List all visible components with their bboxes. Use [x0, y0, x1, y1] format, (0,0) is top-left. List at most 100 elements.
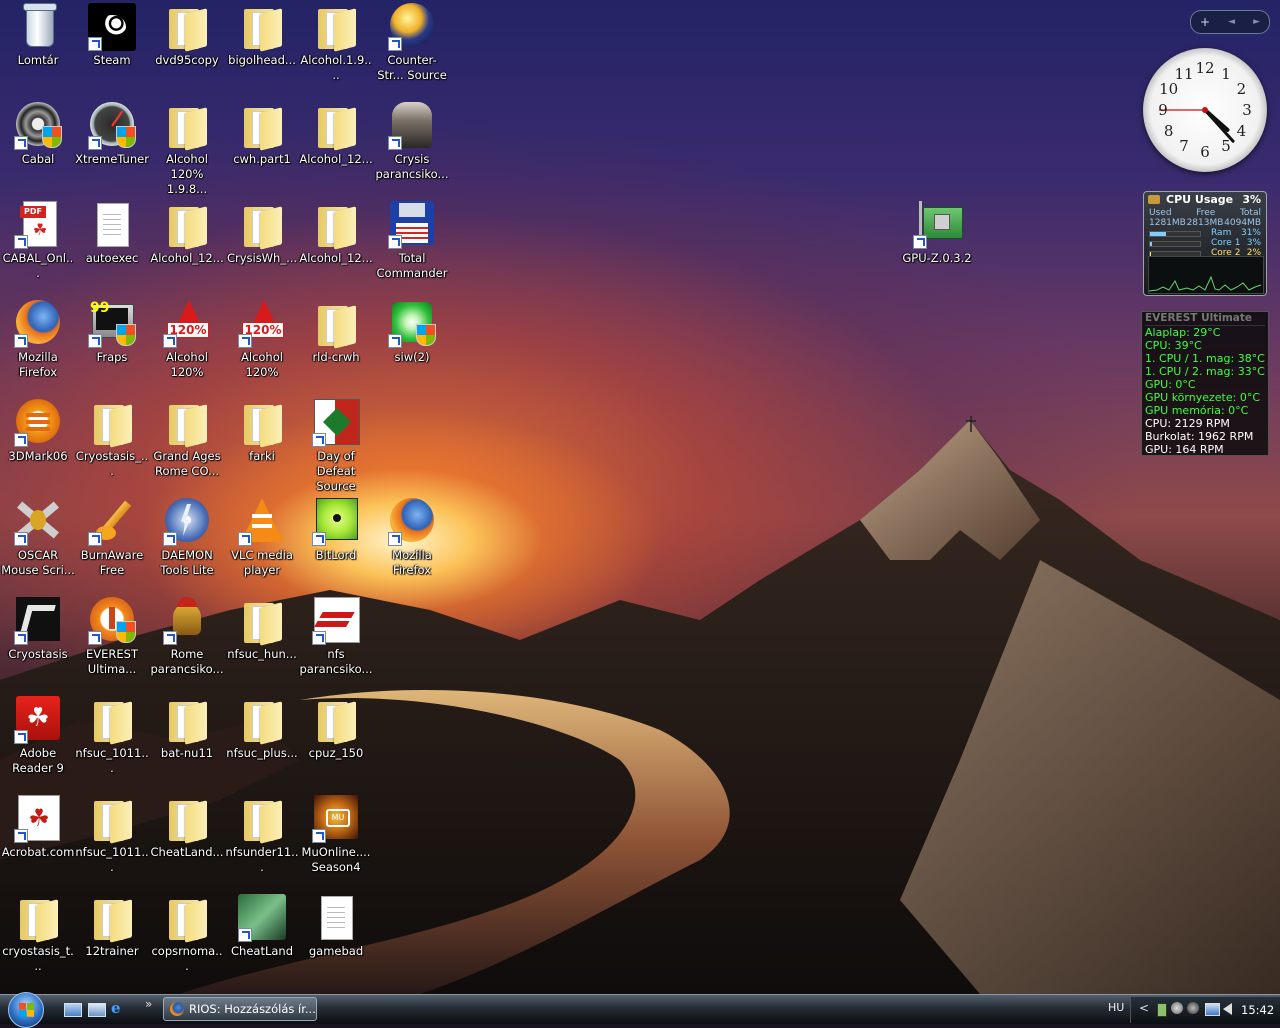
desktop-icon[interactable]: Cryostasis_...: [74, 396, 150, 490]
desktop-icon[interactable]: nfsunder11...: [224, 792, 300, 886]
desktop-icon[interactable]: Lomtár: [0, 0, 76, 94]
desktop-icon-image: [312, 696, 360, 745]
sidebar-toolbar: + ◄ ►: [1190, 10, 1270, 34]
cpu-usage-gadget[interactable]: CPU Usage 3% Used Free Total 1281MB 2813…: [1143, 191, 1267, 296]
desktop-icon[interactable]: nfsuc_1011...: [74, 693, 150, 787]
desktop-icon[interactable]: Mozilla Firefox: [0, 297, 76, 391]
desktop-icon-image: [312, 894, 360, 942]
desktop-icon[interactable]: nfs parancsiko...: [298, 594, 374, 688]
desktop-icon[interactable]: Crysis parancsiko...: [374, 99, 450, 193]
input-language-indicator[interactable]: HU: [1108, 1001, 1124, 1014]
desktop-icon[interactable]: 3DMark06: [0, 396, 76, 490]
desktop-icon[interactable]: XtremeTuner: [74, 99, 150, 193]
tray-volume-icon[interactable]: [1223, 1003, 1232, 1015]
desktop-icon[interactable]: Mozilla Firefox: [374, 495, 450, 589]
usage-bar-fill: [1150, 242, 1152, 246]
desktop-icon[interactable]: Grand Ages Rome CO...: [149, 396, 225, 490]
desktop-icon[interactable]: 120% Alcohol 120%: [149, 297, 225, 391]
start-button[interactable]: [8, 992, 44, 1028]
quicklaunch-show-desktop-icon[interactable]: [64, 1003, 82, 1017]
mem-free-value: 2813MB: [1186, 218, 1224, 228]
desktop-icon[interactable]: autoexec: [74, 198, 150, 292]
desktop-icon[interactable]: Alcohol_12...: [149, 198, 225, 292]
desktop-icon[interactable]: bat-nu11: [149, 693, 225, 787]
tray-expand-arrow[interactable]: <: [1139, 1001, 1149, 1015]
desktop-icon[interactable]: DAEMON Tools Lite: [149, 495, 225, 589]
tray-network-icon[interactable]: [1205, 1003, 1220, 1016]
everest-sensor-gadget[interactable]: EVEREST Ultimate Alaplap: 29°C CPU: 39°C 1…: [1141, 311, 1269, 456]
desktop-icon[interactable]: OSCAR Mouse Scri...: [0, 495, 76, 589]
desktop-icon-image: [163, 3, 211, 52]
desktop-icon[interactable]: Alcohol 120% 1.9.8...: [149, 99, 225, 196]
desktop-icon[interactable]: CrysisWh_...: [224, 198, 300, 292]
desktop-icon-label: nfsuc_1011...: [75, 845, 149, 874]
desktop-icon-label: dvd95copy: [155, 53, 219, 67]
tray-monitor-icon[interactable]: [1171, 1002, 1183, 1014]
desktop-icon[interactable]: BurnAware Free: [74, 495, 150, 589]
desktop-icon[interactable]: nfsuc_hun...: [224, 594, 300, 688]
desktop-icon[interactable]: gamebad: [298, 891, 374, 985]
folder-icon: [242, 8, 282, 52]
task-button-firefox[interactable]: RIOS: Hozzászólás ír...: [163, 997, 317, 1021]
desktop-icon[interactable]: cpuz_150: [298, 693, 374, 787]
desktop-icon[interactable]: bigolhead...: [224, 0, 300, 94]
desktop-icon-image: [163, 696, 211, 745]
desktop-icon-image: ☘: [14, 696, 62, 744]
desktop-icon[interactable]: copsrnoma...: [149, 891, 225, 985]
clock-numeral: 12: [1195, 59, 1215, 77]
usage-row-value: 3%: [1246, 238, 1261, 248]
desktop-icon[interactable]: Alcohol.1.9....: [298, 0, 374, 94]
folder-icon: [92, 800, 132, 844]
desktop-icon[interactable]: GPU-Z.0.3.2: [899, 198, 975, 292]
sidebar-next-button[interactable]: ►: [1253, 17, 1260, 27]
desktop-icon[interactable]: nfsuc_1011...: [74, 792, 150, 886]
desktop-icon-label: cpuz_150: [308, 746, 364, 760]
desktop-icon[interactable]: 99 Fraps: [74, 297, 150, 391]
desktop-icon[interactable]: Cabal: [0, 99, 76, 193]
tray-gauge-icon[interactable]: [1187, 1002, 1199, 1014]
desktop-icon[interactable]: Steam: [74, 0, 150, 94]
clock-gadget[interactable]: 1 2 3 4 5 6 7 8 9 10 11 12: [1143, 48, 1267, 172]
desktop-icon[interactable]: PDF ☘ CABAL_Onl...: [0, 198, 76, 292]
desktop-icon-label: Cabal: [21, 152, 55, 166]
desktop-icon[interactable]: MU MuOnline.... Season4: [298, 792, 374, 886]
quicklaunch-more-button[interactable]: »: [145, 997, 152, 1011]
desktop-icon-label: 12trainer: [85, 944, 139, 958]
desktop-icon[interactable]: Alcohol_12...: [298, 99, 374, 193]
desktop-icon[interactable]: Day of Defeat Source: [298, 396, 374, 493]
desktop-icon[interactable]: ☘ Adobe Reader 9: [0, 693, 76, 787]
desktop-icon-label: Alcohol 120% 1.9.8...: [166, 152, 208, 196]
desktop-icon-image: [312, 102, 360, 151]
desktop-icon-label: cwh.part1: [233, 152, 291, 166]
desktop-icon[interactable]: siw(2): [374, 297, 450, 391]
desktop-icon[interactable]: cwh.part1: [224, 99, 300, 193]
desktop-icon[interactable]: Total Commander: [374, 198, 450, 292]
quicklaunch-switch-windows-icon[interactable]: [88, 1003, 106, 1017]
sidebar-add-gadget-button[interactable]: +: [1200, 15, 1210, 29]
folder-icon: [167, 800, 207, 844]
desktop-icon[interactable]: BitLord: [298, 495, 374, 589]
desktop-icon[interactable]: 12trainer: [74, 891, 150, 985]
desktop-icon[interactable]: Counter-Str... Source: [374, 0, 450, 94]
desktop-icon[interactable]: rld-crwh: [298, 297, 374, 391]
quicklaunch-ie-icon[interactable]: e: [111, 1000, 127, 1016]
desktop-icon[interactable]: 120% Alcohol 120%: [224, 297, 300, 391]
desktop-icon[interactable]: VLC media player: [224, 495, 300, 589]
tray-device-icon[interactable]: [1157, 1003, 1167, 1017]
desktop-icon[interactable]: ☘ Acrobat.com: [0, 792, 76, 886]
desktop-icon[interactable]: Rome parancsiko...: [149, 594, 225, 688]
desktop-icon[interactable]: farki: [224, 396, 300, 490]
desktop-icon[interactable]: CheatLand: [224, 891, 300, 985]
desktop-icon[interactable]: Alcohol_12...: [298, 198, 374, 292]
desktop-icon[interactable]: Cryostasis: [0, 594, 76, 688]
recycle-bin-icon: [26, 5, 54, 47]
sidebar-prev-button[interactable]: ◄: [1228, 17, 1235, 27]
shortcut-arrow-icon: [388, 235, 402, 249]
tray-clock-time[interactable]: 15:42: [1241, 1003, 1274, 1017]
desktop-icon[interactable]: nfsuc_plus...: [224, 693, 300, 787]
desktop-icon[interactable]: dvd95copy: [149, 0, 225, 94]
desktop-icon[interactable]: cryostasis_t...: [0, 891, 76, 985]
desktop-icon[interactable]: CheatLand...: [149, 792, 225, 886]
desktop-icon[interactable]: EVEREST Ultima...: [74, 594, 150, 688]
desktop-icon-label: autoexec: [85, 251, 139, 265]
